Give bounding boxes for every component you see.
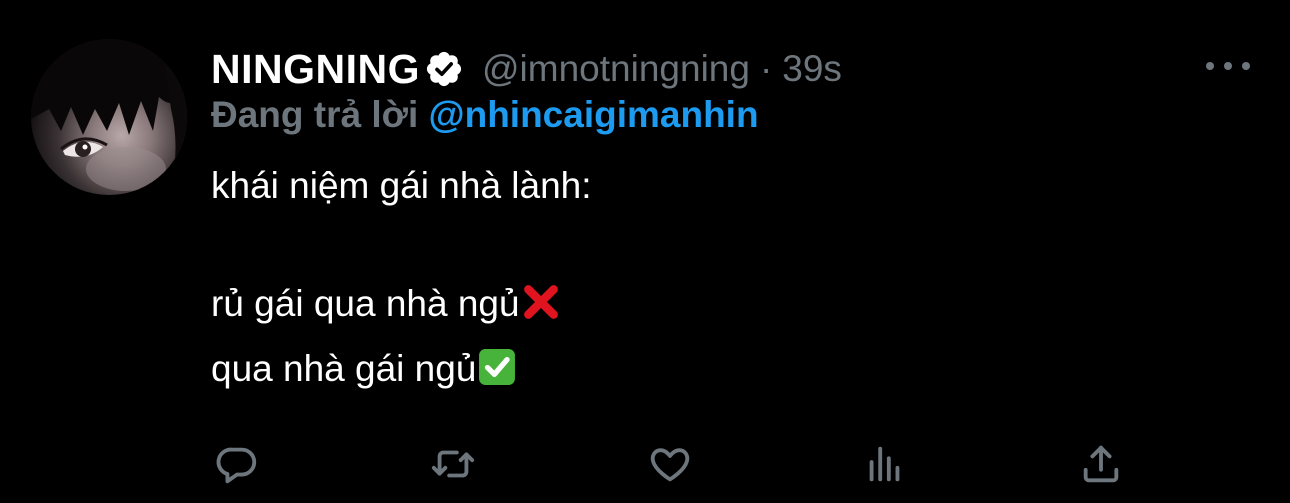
analytics-button[interactable] — [859, 438, 911, 490]
tweet-text-line: rủ gái qua nhà ngủ — [211, 283, 560, 325]
like-button[interactable] — [644, 438, 696, 490]
reply-target-link[interactable]: @nhincaigimanhin — [429, 94, 759, 135]
reply-button[interactable] — [211, 438, 263, 490]
display-name[interactable]: NINGNING — [211, 46, 420, 93]
retweet-button[interactable] — [427, 438, 479, 490]
share-button[interactable] — [1075, 438, 1127, 490]
more-options-icon[interactable] — [1206, 56, 1250, 76]
tweet-timestamp[interactable]: 39s — [782, 48, 842, 90]
tweet-text-line-3: qua nhà gái ngủ — [211, 348, 477, 389]
avatar[interactable] — [31, 39, 187, 195]
tweet-text-line: khái niệm gái nhà lành: — [211, 165, 592, 207]
tweet-text-line: qua nhà gái ngủ — [211, 348, 516, 390]
like-icon — [650, 448, 690, 482]
reply-prefix: Đang trả lời — [211, 94, 419, 135]
share-icon — [1083, 445, 1119, 483]
reply-icon — [216, 447, 257, 484]
check-mark-emoji-icon — [479, 349, 516, 385]
user-handle[interactable]: @imnotningning — [482, 48, 750, 90]
separator-dot: · — [759, 48, 773, 89]
analytics-icon — [869, 446, 900, 482]
tweet-text-line-1: khái niệm gái nhà lành: — [211, 165, 592, 206]
retweet-icon — [431, 450, 475, 478]
cross-mark-emoji-icon — [523, 285, 558, 319]
tweet-text-line-2: rủ gái qua nhà ngủ — [211, 283, 520, 324]
tweet-header: NINGNING @imnotningning · 39s — [211, 44, 842, 94]
verified-badge-icon — [426, 51, 462, 87]
reply-context: Đang trả lời @nhincaigimanhin — [211, 94, 759, 136]
